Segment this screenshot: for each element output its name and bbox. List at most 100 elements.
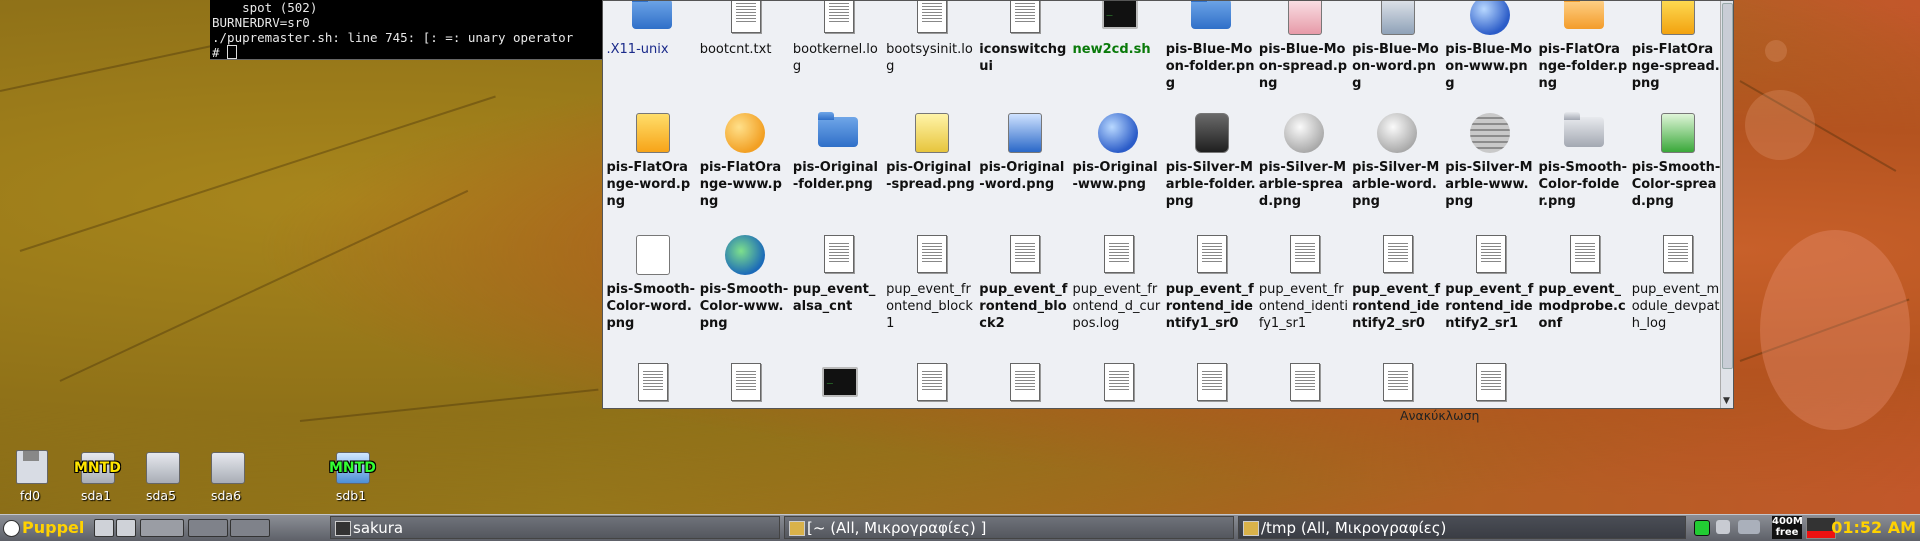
file-item[interactable] bbox=[978, 359, 1071, 406]
floppy-shape bbox=[16, 450, 48, 484]
file-icon bbox=[1187, 359, 1235, 406]
file-item[interactable]: pis-Blue-Moon-spread.png bbox=[1257, 1, 1350, 92]
task-label: /tmp (All, Μικρογραφίες) bbox=[1261, 519, 1447, 537]
file-item[interactable] bbox=[1071, 359, 1164, 406]
connection-icon[interactable] bbox=[1738, 520, 1760, 534]
file-item[interactable] bbox=[885, 359, 978, 406]
file-item[interactable]: pup_event_frontend_block1 bbox=[885, 231, 978, 332]
drive-label: sda5 bbox=[145, 488, 177, 503]
quick-launch-icon[interactable] bbox=[116, 519, 136, 537]
file-item[interactable]: pis-Smooth-Color-spread.png bbox=[1630, 109, 1723, 210]
file-item[interactable] bbox=[1444, 359, 1537, 406]
terminal-cursor bbox=[227, 45, 238, 59]
scroll-down-arrow-icon[interactable]: ▼ bbox=[1723, 396, 1730, 406]
floppy-icon bbox=[12, 448, 48, 486]
terminal-line: BURNERDRV=sr0 bbox=[212, 15, 310, 30]
file-item[interactable] bbox=[1257, 359, 1350, 406]
file-item[interactable]: pis-Blue-Moon-folder.png bbox=[1164, 1, 1257, 92]
file-item[interactable]: pis-Original-spread.png bbox=[885, 109, 978, 193]
file-item[interactable]: pup_event_modprobe.conf bbox=[1537, 231, 1630, 332]
file-item[interactable]: pis-FlatOrange-spread.png bbox=[1630, 1, 1723, 92]
clock[interactable]: 01:52 AM bbox=[1831, 516, 1916, 539]
file-item[interactable]: pup_event_frontend_identify1_sr0 bbox=[1164, 231, 1257, 332]
memory-free-indicator[interactable]: 400M free bbox=[1772, 516, 1802, 539]
file-icon bbox=[1560, 231, 1608, 279]
pager-icon[interactable] bbox=[230, 519, 270, 537]
text-file-icon bbox=[1010, 235, 1041, 273]
drive-label: sda1 bbox=[80, 488, 112, 503]
terminal-window[interactable]: spot (502) BURNERDRV=sr0 ./pupremaster.s… bbox=[210, 0, 604, 60]
file-item[interactable]: iconswitchgui bbox=[978, 1, 1071, 75]
file-icon bbox=[1000, 109, 1048, 157]
quick-launch-icon[interactable] bbox=[94, 519, 114, 537]
scrollbar-thumb[interactable] bbox=[1722, 3, 1733, 369]
trash-label[interactable]: Ανακύκλωση bbox=[1400, 408, 1479, 423]
file-item[interactable]: .X11-unix bbox=[605, 1, 698, 58]
file-item[interactable]: pis-Blue-Moon-www.png bbox=[1444, 1, 1537, 92]
file-item[interactable] bbox=[605, 359, 698, 406]
file-item[interactable]: pup_event_frontend_identify2_sr1 bbox=[1444, 231, 1537, 332]
drive-3[interactable]: sda6 bbox=[200, 448, 252, 503]
file-item[interactable]: pis-Smooth-Color-folder.png bbox=[1537, 109, 1630, 210]
word-orange-icon bbox=[635, 113, 670, 153]
drive-1[interactable]: MNTD sda1 bbox=[70, 448, 122, 503]
file-item[interactable]: bootsysinit.log bbox=[885, 1, 978, 75]
file-item[interactable]: pis-Original-word.png bbox=[978, 109, 1071, 193]
start-menu-button[interactable]: Puppel bbox=[0, 516, 90, 539]
file-item[interactable]: pis-Original-www.png bbox=[1071, 109, 1164, 193]
file-item[interactable] bbox=[1164, 359, 1257, 406]
file-item[interactable] bbox=[698, 359, 791, 406]
desktop-switcher-icon[interactable] bbox=[140, 519, 184, 537]
puppy-logo-icon bbox=[3, 520, 20, 537]
drive-0[interactable]: fd0 bbox=[4, 448, 56, 503]
file-item[interactable]: pis-Silver-Marble-folder.png bbox=[1164, 109, 1257, 210]
drive-4[interactable]: MNTD sdb1 bbox=[325, 448, 377, 503]
file-item[interactable]: pup_event_frontend_d_curpos.log bbox=[1071, 231, 1164, 332]
file-item[interactable]: pis-Smooth-Color-www.png bbox=[698, 231, 791, 332]
network-icon[interactable] bbox=[1694, 520, 1710, 536]
file-item[interactable]: pup_event_frontend_block2 bbox=[978, 231, 1071, 332]
file-label: bootcnt.txt bbox=[699, 42, 772, 57]
file-item[interactable]: bootcnt.txt bbox=[698, 1, 791, 58]
text-file-icon bbox=[1103, 363, 1134, 401]
paw-decoration bbox=[1765, 40, 1787, 62]
marble-sphere-icon bbox=[1470, 113, 1511, 153]
file-item[interactable]: pis-Silver-Marble-spread.png bbox=[1257, 109, 1350, 210]
file-item[interactable]: pup_event_module_devpath_log bbox=[1630, 231, 1723, 332]
text-file-icon bbox=[1103, 235, 1134, 273]
file-icon bbox=[907, 109, 955, 157]
file-item[interactable] bbox=[791, 359, 884, 406]
file-item[interactable]: pup_event_alsa_cnt bbox=[791, 231, 884, 315]
text-file-icon bbox=[1662, 235, 1693, 273]
scrollbar[interactable]: ▼ bbox=[1720, 1, 1733, 408]
file-item[interactable]: pis-Smooth-Color-word.png bbox=[605, 231, 698, 332]
task-home-folder[interactable]: [~ (All, Μικρογραφίες) ] bbox=[784, 516, 1234, 539]
file-item[interactable]: pis-Blue-Moon-word.png bbox=[1351, 1, 1444, 92]
file-label: pis-FlatOrange-folder.png bbox=[1538, 42, 1628, 91]
file-item[interactable]: pis-FlatOrange-word.png bbox=[605, 109, 698, 210]
file-label: pup_event_module_devpath_log bbox=[1631, 282, 1720, 331]
file-manager-window[interactable]: .X11-unix bootcnt.txt bootkernel.log bootsy… bbox=[602, 0, 1734, 409]
pager-icon[interactable] bbox=[188, 519, 228, 537]
file-icon bbox=[1187, 231, 1235, 279]
file-item[interactable] bbox=[1351, 359, 1444, 406]
file-item[interactable]: pis-Silver-Marble-word.png bbox=[1351, 109, 1444, 210]
file-item[interactable]: pis-FlatOrange-folder.png bbox=[1537, 1, 1630, 92]
task-sakura[interactable]: sakura bbox=[330, 516, 780, 539]
folder-orange-icon bbox=[1563, 1, 1604, 29]
task-label: [~ (All, Μικρογραφίες) ] bbox=[807, 519, 987, 537]
task-tmp-folder[interactable]: /tmp (All, Μικρογραφίες) bbox=[1238, 516, 1686, 539]
paw-decoration bbox=[1745, 90, 1815, 160]
terminal-prompt[interactable]: # bbox=[212, 45, 603, 60]
file-item[interactable]: new2cd.sh bbox=[1071, 1, 1164, 58]
file-grid[interactable]: .X11-unix bootcnt.txt bootkernel.log bootsy… bbox=[605, 1, 1723, 406]
file-label: pis-Original-spread.png bbox=[886, 160, 975, 192]
file-item[interactable]: pup_event_frontend_identify1_sr1 bbox=[1257, 231, 1350, 332]
file-item[interactable]: pis-Original-folder.png bbox=[791, 109, 884, 193]
file-item[interactable]: pup_event_frontend_identify2_sr0 bbox=[1351, 231, 1444, 332]
file-item[interactable]: pis-FlatOrange-www.png bbox=[698, 109, 791, 210]
file-item[interactable]: pis-Silver-Marble-www.png bbox=[1444, 109, 1537, 210]
drive-2[interactable]: sda5 bbox=[135, 448, 187, 503]
file-item[interactable]: bootkernel.log bbox=[791, 1, 884, 75]
volume-icon[interactable] bbox=[1716, 520, 1730, 534]
